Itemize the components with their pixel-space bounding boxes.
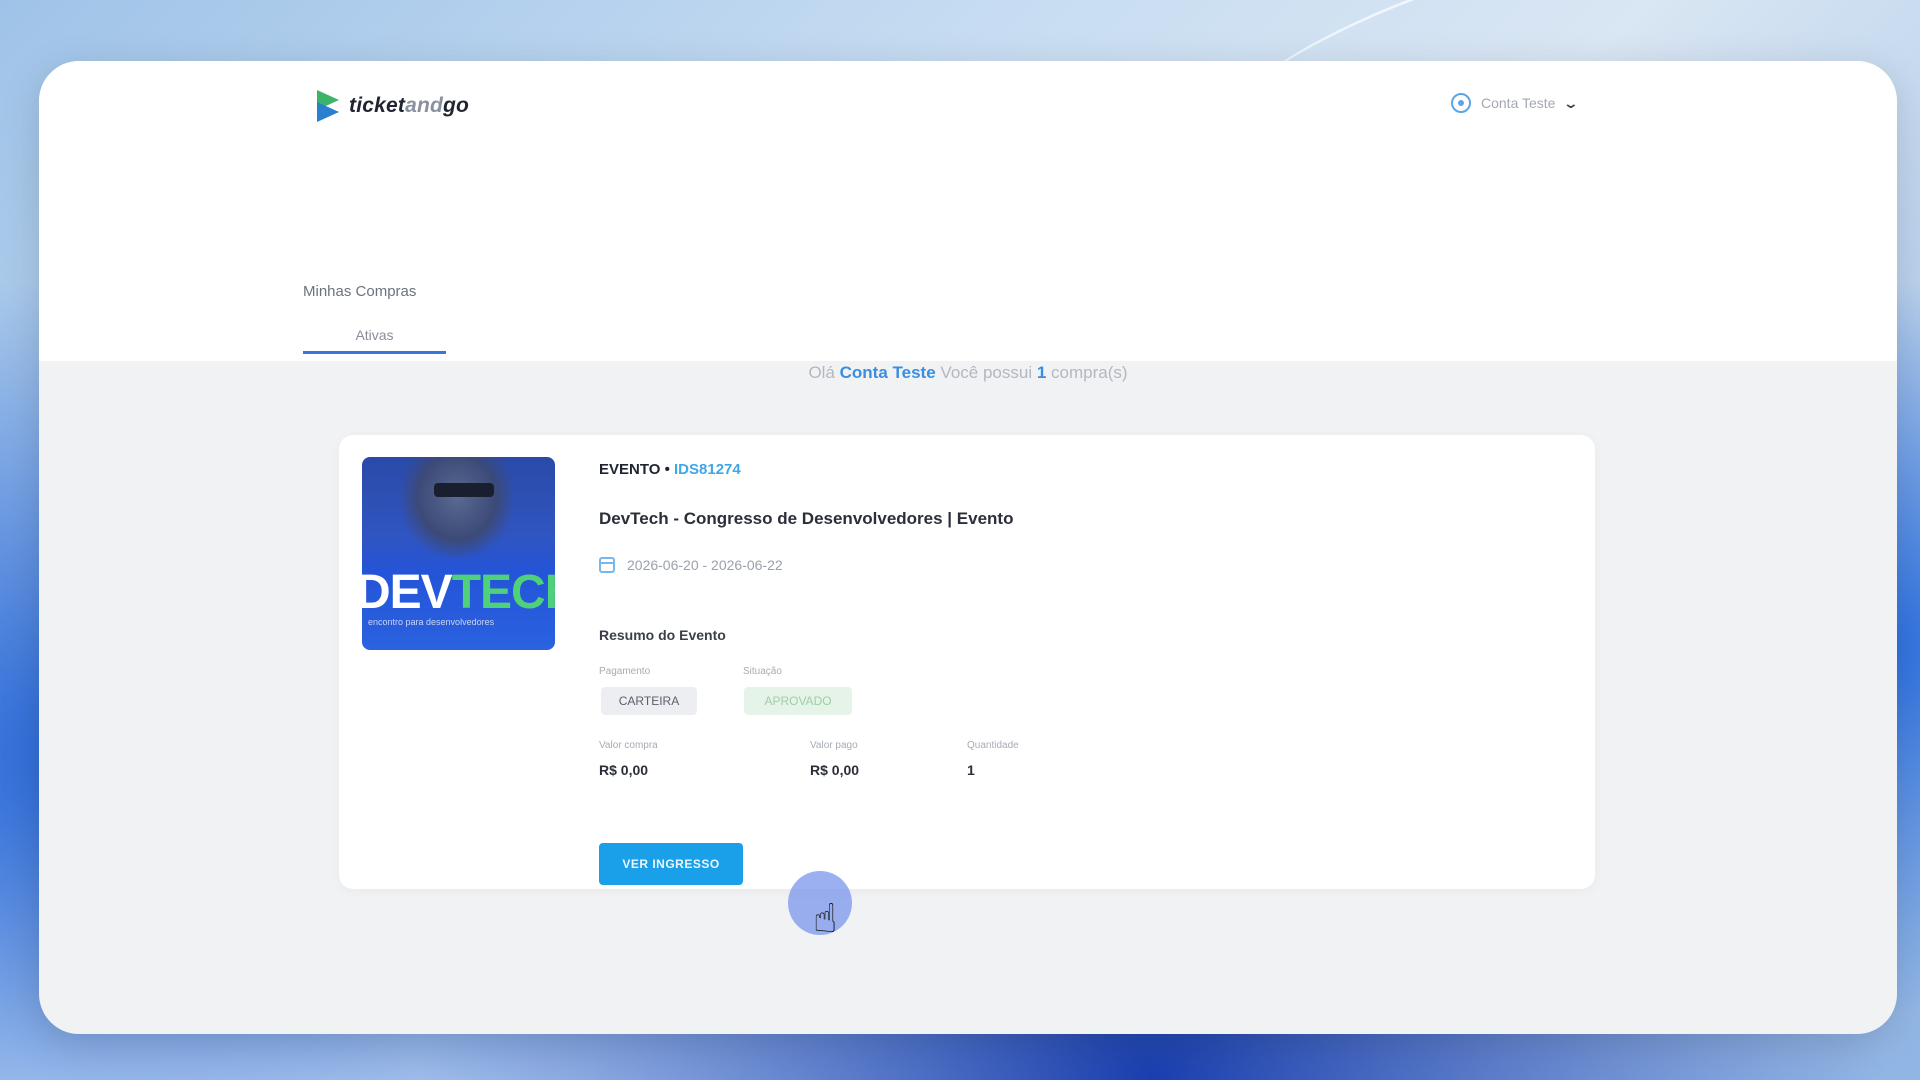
logo-text: ticketandgo xyxy=(349,94,469,118)
status-chip: APROVADO xyxy=(744,687,852,715)
event-type-label: EVENTO • xyxy=(599,461,670,478)
event-code: IDS81274 xyxy=(674,461,741,478)
thumb-title-green: TECH xyxy=(451,566,555,619)
status-label: Situação xyxy=(743,666,782,677)
page-title: Minhas Compras xyxy=(303,283,417,300)
greeting-middle: Você possui xyxy=(940,363,1033,382)
thumb-title: DEVTECH xyxy=(362,565,555,620)
greeting-count: 1 xyxy=(1036,363,1047,382)
purchase-value-label: Valor compra xyxy=(599,740,658,751)
paid-value: R$ 0,00 xyxy=(810,762,860,778)
greeting-name: Conta Teste xyxy=(839,363,936,382)
greeting-suffix: compra(s) xyxy=(1051,363,1128,382)
logo-text-end: go xyxy=(443,94,470,117)
ticketandgo-logo[interactable]: ticketandgo xyxy=(317,89,469,123)
browser-window: ticketandgo Conta Teste ⌄ Minhas Compras… xyxy=(39,61,1897,1034)
quantity-label: Quantidade xyxy=(967,740,1019,751)
logo-text-soft: and xyxy=(405,94,443,117)
logo-mark-icon xyxy=(317,90,339,122)
thumb-subtitle: encontro para desenvolvedores xyxy=(368,617,495,627)
thumb-person-shape xyxy=(402,457,512,557)
event-thumbnail[interactable]: DEVTECH encontro para desenvolvedores xyxy=(362,457,555,650)
greeting-prefix: Olá xyxy=(808,363,835,382)
event-type-line: EVENTO • IDS81274 xyxy=(599,461,741,478)
view-ticket-button[interactable]: VER INGRESSO xyxy=(599,843,743,885)
logo-text-main: ticket xyxy=(349,94,406,117)
account-menu[interactable]: Conta Teste ⌄ xyxy=(1451,93,1580,113)
user-icon xyxy=(1451,93,1471,113)
payment-chip: CARTEIRA xyxy=(601,687,697,715)
calendar-icon xyxy=(599,557,615,573)
greeting-message: Olá Conta Teste Você possui 1 compra(s) xyxy=(39,363,1897,383)
summary-title: Resumo do Evento xyxy=(599,627,726,643)
thumb-glasses-shape xyxy=(434,483,494,497)
paid-value-label: Valor pago xyxy=(810,740,858,751)
purchase-card: DEVTECH encontro para desenvolvedores EV… xyxy=(339,435,1595,889)
purchase-value: R$ 0,00 xyxy=(599,762,649,778)
account-name: Conta Teste xyxy=(1481,95,1556,111)
purchase-tabs: Ativas xyxy=(303,327,446,354)
tab-ativas[interactable]: Ativas xyxy=(303,327,446,354)
quantity-value: 1 xyxy=(967,762,975,778)
hand-cursor-icon: ☝ xyxy=(813,897,838,941)
event-dates-text: 2026-06-20 - 2026-06-22 xyxy=(627,557,783,573)
thumb-title-white: DEV xyxy=(362,566,453,619)
chevron-down-icon: ⌄ xyxy=(1563,94,1580,111)
event-name: DevTech - Congresso de Desenvolvedores |… xyxy=(599,509,1014,528)
event-dates: 2026-06-20 - 2026-06-22 xyxy=(599,557,783,573)
payment-label: Pagamento xyxy=(599,666,651,677)
